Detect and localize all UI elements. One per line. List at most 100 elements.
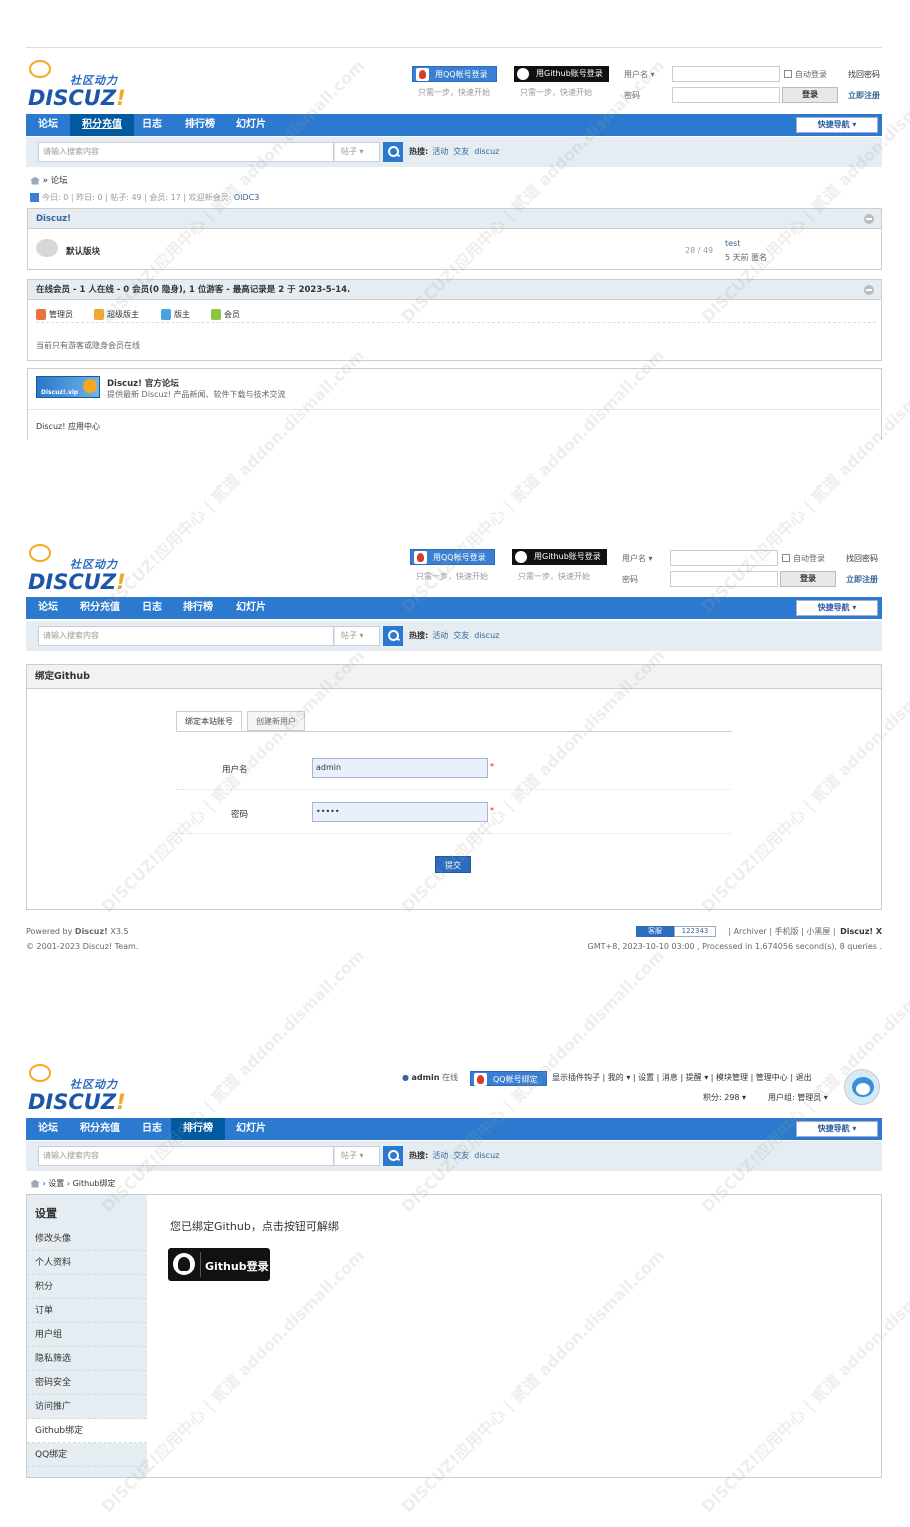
username-label[interactable]: 用户名 ▾ (624, 69, 655, 80)
nav-ranking[interactable]: 排行榜 (171, 1118, 225, 1140)
github-unbind-button[interactable]: Github登录 (168, 1248, 270, 1281)
nav-blog[interactable]: 日志 (130, 597, 174, 619)
search-input[interactable]: 请输入搜索内容 (38, 1146, 334, 1166)
nav-forum[interactable]: 论坛 (26, 597, 70, 619)
service-badge[interactable]: 客服 (636, 926, 674, 937)
find-password-link[interactable]: 找回密码 (846, 553, 878, 564)
service-number[interactable]: 122343 (674, 926, 716, 937)
sidebar-item-profile[interactable]: 个人资料 (27, 1251, 147, 1275)
hot-term[interactable]: 交友 (453, 1151, 469, 1160)
sidebar-item-orders[interactable]: 订单 (27, 1299, 147, 1323)
nav-slideshow[interactable]: 幻灯片 (224, 1118, 278, 1140)
hot-term[interactable]: discuz (474, 631, 499, 640)
sidebar-item-qq-bind[interactable]: QQ绑定 (27, 1443, 147, 1467)
collapse-icon[interactable] (864, 214, 874, 224)
username-input[interactable] (672, 66, 780, 82)
nav-ranking[interactable]: 排行榜 (171, 597, 225, 619)
hot-term[interactable]: 活动 (432, 1151, 448, 1160)
quick-nav-button[interactable]: 快捷导航 ▾ (796, 600, 878, 616)
username-link[interactable]: admin (412, 1073, 440, 1082)
home-icon[interactable] (30, 176, 40, 185)
sidebar-item-github-bind[interactable]: Github绑定 (27, 1419, 147, 1443)
search-button[interactable] (383, 626, 403, 646)
user-status[interactable]: 在线 (442, 1073, 458, 1082)
sidebar-item-avatar[interactable]: 修改头像 (27, 1227, 147, 1251)
home-icon[interactable] (30, 1179, 40, 1188)
password-input[interactable] (670, 571, 778, 587)
sidebar-item-promotion[interactable]: 访问推广 (27, 1395, 147, 1419)
github-login-button[interactable]: 用Github账号登录 (514, 66, 609, 82)
nav-forum[interactable]: 论坛 (26, 114, 70, 136)
register-link[interactable]: 立即注册 (848, 90, 880, 101)
nav-forum[interactable]: 论坛 (26, 1118, 70, 1140)
sidebar-item-usergroup[interactable]: 用户组 (27, 1323, 147, 1347)
user-group-link[interactable]: 用户组: 管理员 ▾ (768, 1092, 828, 1103)
discuz-logo[interactable]: 社区动力 DISCUZ! (26, 58, 136, 110)
search-button[interactable] (383, 1146, 403, 1166)
find-password-link[interactable]: 找回密码 (848, 69, 880, 80)
nav-blog[interactable]: 日志 (130, 1118, 174, 1140)
qq-login-button[interactable]: 用QQ帐号登录 (412, 66, 497, 82)
search-type-select[interactable]: 帖子 ▾ (334, 142, 380, 162)
search-input[interactable]: 请输入搜索内容 (38, 626, 334, 646)
nav-credits[interactable]: 积分充值 (68, 597, 132, 619)
main-nav-2: 论坛 积分充值 日志 排行榜 幻灯片 快捷导航 ▾ (26, 597, 882, 619)
tab-bind-account[interactable]: 绑定本站账号 (176, 711, 242, 731)
nav-credits[interactable]: 积分充值 (70, 114, 134, 136)
register-link[interactable]: 立即注册 (846, 574, 878, 585)
bind-username-input[interactable]: admin (312, 758, 488, 778)
search-type-select[interactable]: 帖子 ▾ (334, 1146, 380, 1166)
newest-member-link[interactable]: OIDC3 (234, 193, 260, 202)
submit-button[interactable]: 提交 (435, 856, 471, 873)
hot-term[interactable]: discuz (474, 147, 499, 156)
nav-blog[interactable]: 日志 (130, 114, 174, 136)
search-type-select[interactable]: 帖子 ▾ (334, 626, 380, 646)
username-input[interactable] (670, 550, 778, 566)
auto-login-checkbox[interactable] (782, 554, 790, 562)
footer-brand[interactable]: Discuz! (75, 927, 108, 936)
sidebar-item-credits[interactable]: 积分 (27, 1275, 147, 1299)
category-title[interactable]: Discuz! (28, 209, 881, 229)
discuz-logo[interactable]: 社区动力 DISCUZ! (26, 542, 136, 594)
quick-nav-button[interactable]: 快捷导航 ▾ (796, 1121, 878, 1137)
github-login-button[interactable]: 用Github账号登录 (512, 549, 607, 565)
nav-slideshow[interactable]: 幻灯片 (224, 597, 278, 619)
bind-password-label: 密码 (231, 810, 249, 820)
last-post-user[interactable]: test (725, 239, 740, 248)
discuz-logo[interactable]: 社区动力 DISCUZ! (26, 1062, 136, 1114)
login-button[interactable]: 登录 (780, 571, 836, 587)
login-button[interactable]: 登录 (782, 87, 838, 103)
official-title[interactable]: Discuz! 官方论坛 (107, 377, 179, 389)
nav-slideshow[interactable]: 幻灯片 (224, 114, 278, 136)
sidebar-item-privacy[interactable]: 隐私筛选 (27, 1347, 147, 1371)
quick-nav-button[interactable]: 快捷导航 ▾ (796, 117, 878, 133)
username-label[interactable]: 用户名 ▾ (622, 553, 653, 564)
bind-password-input[interactable]: ••••• (312, 802, 488, 822)
credits-link[interactable]: 积分: 298 ▾ (703, 1092, 746, 1103)
auto-login-checkbox[interactable] (784, 70, 792, 78)
top-links[interactable]: 显示插件钩子 | 我的 ▾ | 设置 | 消息 | 提醒 ▾ | 模块管理 | … (552, 1072, 812, 1083)
footer-brand-right[interactable]: Discuz! X (840, 927, 882, 936)
hot-term[interactable]: 活动 (432, 631, 448, 640)
app-center-link[interactable]: Discuz! 应用中心 (36, 421, 100, 432)
hot-term[interactable]: 活动 (432, 147, 448, 156)
password-input[interactable] (672, 87, 780, 103)
collapse-icon[interactable] (864, 285, 874, 295)
avatar[interactable] (844, 1069, 880, 1105)
search-button[interactable] (383, 142, 403, 162)
qq-bind-button[interactable]: QQ帐号绑定 (470, 1071, 547, 1086)
links-box: Discuz!.vip Discuz! 官方论坛 提供最新 Discuz! 产品… (27, 368, 882, 440)
hot-term[interactable]: 交友 (453, 631, 469, 640)
top-divider (26, 47, 882, 48)
qq-login-button[interactable]: 用QQ帐号登录 (410, 549, 495, 565)
footer-nav-links[interactable]: | Archiver | 手机版 | 小黑屋 | (728, 927, 835, 936)
sidebar-item-password[interactable]: 密码安全 (27, 1371, 147, 1395)
forum-name[interactable]: 默认版块 (66, 245, 100, 257)
nav-ranking[interactable]: 排行榜 (173, 114, 227, 136)
hot-term[interactable]: 交友 (453, 147, 469, 156)
hot-term[interactable]: discuz (474, 1151, 499, 1160)
search-input[interactable]: 请输入搜索内容 (38, 142, 334, 162)
nav-credits[interactable]: 积分充值 (68, 1118, 132, 1140)
official-badge[interactable]: Discuz!.vip (36, 376, 100, 398)
tab-create-user[interactable]: 创建新用户 (247, 711, 305, 731)
